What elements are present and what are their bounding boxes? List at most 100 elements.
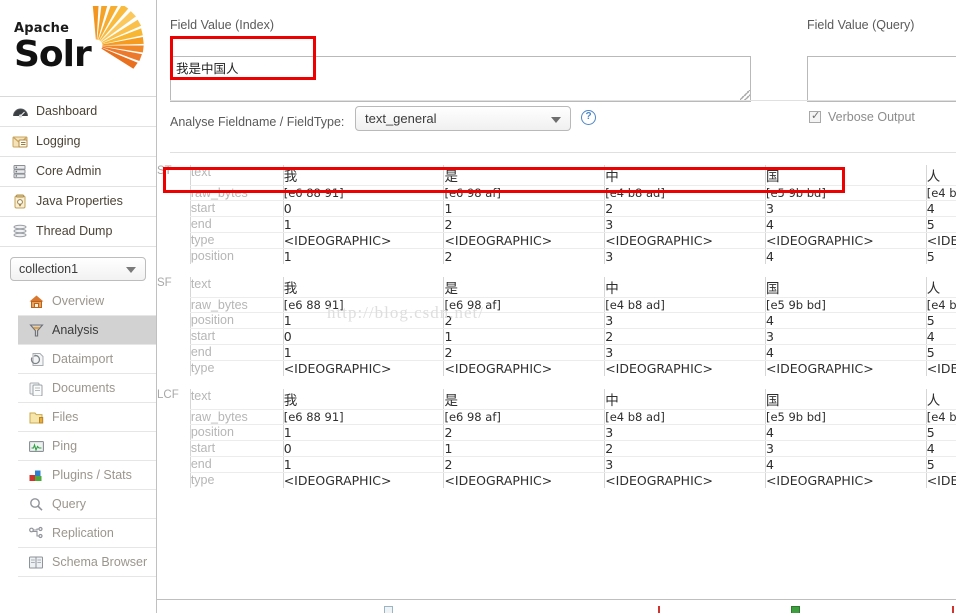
table-row: start 0 1 2 3 4 (157, 328, 956, 345)
token-value-cell: 国 (764, 165, 927, 186)
table-row: end 1 2 3 4 5 (157, 216, 956, 233)
verbose-output-label: Verbose Output (828, 110, 915, 124)
sidebar: Apache Solr Dashboard Logging Core Admin… (0, 0, 157, 613)
sidebar-item-label: Schema Browser (52, 554, 148, 569)
fieldtype-select-value: text_general (365, 111, 437, 126)
token-value-cell: 1 (443, 440, 605, 457)
schema-browser-icon (28, 555, 45, 570)
token-value-cell: 5 (925, 424, 956, 441)
token-value-cell: [e6 88 91] (282, 297, 444, 313)
sidebar-item-label: Plugins / Stats (52, 467, 132, 482)
attribute-name-cell: end (189, 216, 284, 233)
token-value-cell: 2 (604, 440, 766, 457)
sidebar-item-plugins-stats[interactable]: Plugins / Stats (18, 461, 156, 490)
token-value-cell: 5 (925, 456, 956, 473)
attribute-name-cell: end (189, 456, 284, 473)
token-value-cell: 我 (282, 165, 444, 186)
sidebar-item-analysis[interactable]: Analysis (18, 316, 156, 345)
table-row: LCF text 我是中国人 (157, 389, 956, 410)
token-value-cell: 4 (764, 312, 927, 329)
solr-admin-window: Apache Solr Dashboard Logging Core Admin… (0, 0, 956, 613)
token-value-cell: <IDEOGRAPHIC> (443, 472, 605, 488)
token-value-cell: 2 (443, 248, 605, 264)
help-question-icon[interactable]: ? (581, 110, 596, 125)
sidebar-item-ping[interactable]: Ping (18, 432, 156, 461)
token-value-cell: 5 (925, 216, 956, 233)
attribute-name-cell: raw_bytes (189, 185, 284, 201)
sidebar-item-label: Query (52, 496, 87, 511)
sidebar-item-files[interactable]: Files (18, 403, 156, 432)
sidebar-item-dataimport[interactable]: Dataimport (18, 345, 156, 374)
sidebar-item-label: Dataimport (52, 351, 114, 366)
field-value-index-input[interactable] (170, 56, 751, 102)
sidebar-item-label: Dashboard (36, 104, 98, 119)
token-value-cell: [e6 98 af] (443, 297, 605, 313)
token-value-cell: [e6 98 af] (443, 185, 605, 201)
token-value-cell: 4 (764, 248, 927, 264)
divider-top (170, 100, 956, 101)
token-value-cell: 5 (925, 248, 956, 264)
files-folder-icon (28, 410, 45, 425)
token-value-cell: <IDEOGRAPHIC> (604, 360, 766, 376)
analyse-fieldtype-row: Analyse Fieldname / FieldType: text_gene… (157, 106, 956, 146)
attribute-name-cell: text (189, 277, 284, 298)
token-value-cell: [e5 9b bd] (764, 185, 927, 201)
sidebar-item-overview[interactable]: Overview (18, 287, 156, 316)
verbose-output-checkbox[interactable] (809, 109, 821, 123)
core-admin-icon (12, 164, 29, 179)
token-value-cell: 4 (764, 424, 927, 441)
token-value-cell: 2 (604, 328, 766, 345)
token-value-cell: <IDEOGRAPHIC> (764, 232, 927, 249)
sidebar-item-thread-dump[interactable]: Thread Dump (0, 217, 156, 247)
sidebar-item-dashboard[interactable]: Dashboard (0, 97, 156, 127)
sidebar-item-label: Replication (52, 525, 114, 540)
sidebar-item-schema-browser[interactable]: Schema Browser (18, 548, 156, 577)
brand-solr: Solr (14, 34, 92, 75)
attribute-name-cell: position (189, 312, 284, 329)
attribute-name-cell: end (189, 344, 284, 361)
sidebar-item-core-admin[interactable]: Core Admin (0, 157, 156, 187)
token-value-cell: 国 (764, 389, 927, 410)
sidebar-item-java-properties[interactable]: Java Properties (0, 187, 156, 217)
sidebar-core-nav: Overview Analysis Dataimport Documents F… (0, 287, 156, 577)
sidebar-item-logging[interactable]: Logging (0, 127, 156, 157)
core-selector[interactable]: collection1 (10, 257, 146, 281)
table-row: end 1 2 3 4 5 (157, 456, 956, 473)
token-value-cell: [e4 ba ba] (925, 409, 956, 425)
resize-grip-icon[interactable] (740, 90, 750, 100)
sidebar-item-label: Files (52, 409, 79, 424)
token-value-cell: 1 (443, 200, 605, 217)
token-value-cell: 2 (604, 200, 766, 217)
table-row: position 1 2 3 4 5 (157, 248, 956, 264)
table-row: start 0 1 2 3 4 (157, 200, 956, 217)
divider-mid (170, 152, 956, 153)
token-value-cell: [e6 88 91] (282, 185, 444, 201)
field-labels-row: Field Value (Index) Field Value (Query) (157, 0, 956, 32)
field-value-query-input[interactable] (807, 56, 956, 102)
ping-monitor-icon (28, 439, 45, 454)
verbose-output-toggle[interactable]: Verbose Output (809, 109, 915, 124)
brand-logo[interactable]: Apache Solr (0, 0, 156, 96)
footer-alert-icon (658, 606, 660, 613)
sidebar-item-documents[interactable]: Documents (18, 374, 156, 403)
token-value-cell: 3 (604, 312, 766, 329)
token-value-cell: 0 (282, 200, 444, 217)
token-value-cell: 4 (925, 328, 956, 345)
token-value-cell: [e4 b8 ad] (604, 409, 766, 425)
sidebar-item-replication[interactable]: Replication (18, 519, 156, 548)
footer-status-icon (791, 606, 800, 613)
token-value-cell: 4 (764, 216, 927, 233)
sidebar-item-query[interactable]: Query (18, 490, 156, 519)
token-value-cell: <IDEOGRAPHIC> (282, 472, 444, 488)
table-row: type <IDEOGRAPHIC> <IDEOGRAPHIC> <IDEOGRAPH… (157, 360, 956, 376)
token-value-cell: 我 (282, 277, 444, 298)
token-value-cell: 中 (604, 165, 766, 186)
token-value-cell: 2 (443, 344, 605, 361)
table-row: raw_bytes [e6 88 91] [e6 98 af] [e4 b8 ad][… (157, 185, 956, 201)
fieldtype-select[interactable]: text_general (355, 106, 571, 131)
dataimport-icon (28, 352, 45, 367)
token-value-cell: 1 (443, 328, 605, 345)
table-row: raw_bytes [e6 88 91] [e6 98 af] [e4 b8 ad][… (157, 297, 956, 313)
token-value-cell: 人 (925, 277, 956, 298)
token-value-cell: 3 (604, 216, 766, 233)
